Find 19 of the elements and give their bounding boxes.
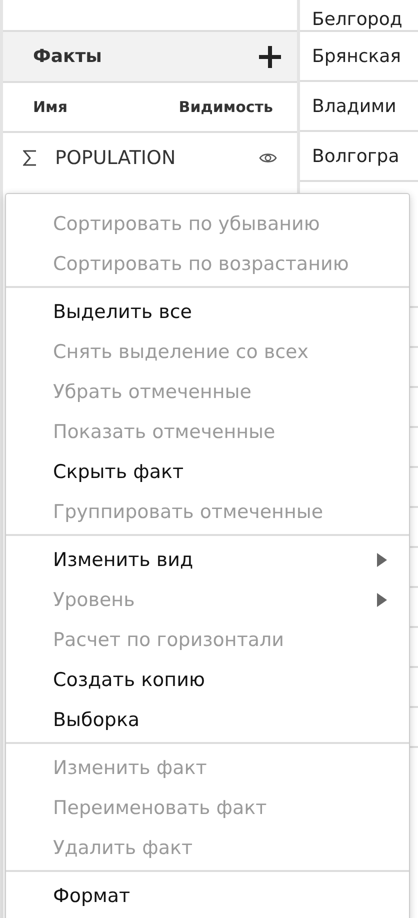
eye-icon[interactable] — [259, 152, 277, 164]
menu-item[interactable]: Формат — [6, 876, 409, 916]
plus-icon[interactable] — [259, 46, 281, 68]
table-cell: Брянская — [312, 46, 401, 66]
fact-name[interactable]: POPULATION — [55, 147, 259, 169]
submenu-arrow-icon — [377, 553, 387, 567]
table-cell: Белгород — [312, 9, 402, 30]
menu-item[interactable]: Выделить все — [6, 292, 409, 332]
table-cell: Волгогра — [312, 146, 400, 166]
column-header: Имя — [33, 98, 68, 116]
menu-item[interactable]: Создать копию — [6, 660, 409, 700]
sum-icon — [23, 150, 37, 166]
facts-title: Факты — [33, 46, 102, 67]
table-cell: Владими — [312, 96, 396, 116]
menu-item[interactable]: Выборка — [6, 700, 409, 740]
menu-item[interactable]: Скрыть факт — [6, 452, 409, 492]
column-header: Видимость — [178, 98, 273, 116]
submenu-arrow-icon — [377, 593, 387, 607]
menu-item[interactable]: Изменить вид — [6, 540, 409, 580]
